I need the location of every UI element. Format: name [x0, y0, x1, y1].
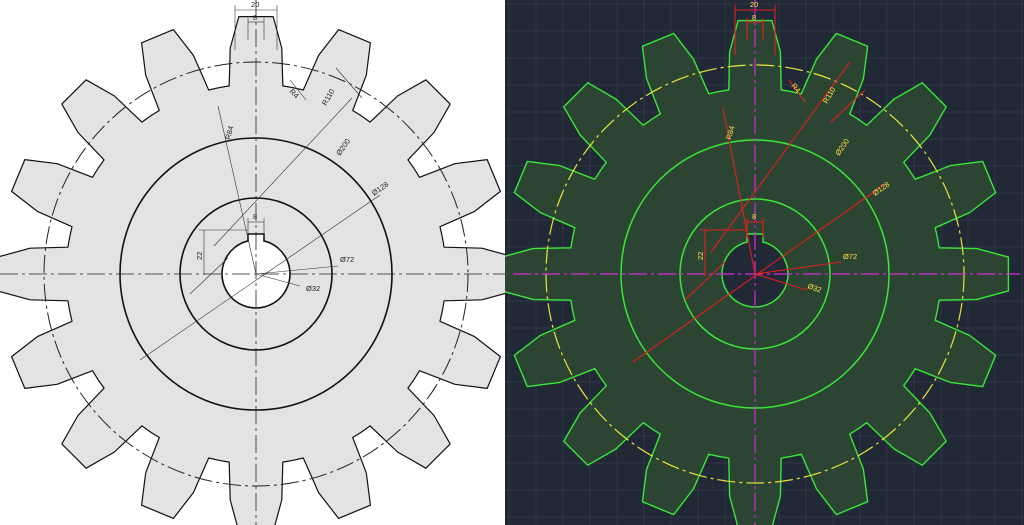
- right-panel-cad-view: 20 8 R4 R110 R84 Ø200 Ø128 Ø72 Ø32 8 22: [505, 0, 1024, 525]
- keyway-width-top-label: 8: [752, 13, 756, 22]
- bore-diameter-label: Ø32: [306, 284, 320, 293]
- tooth-width-label: 20: [251, 0, 259, 9]
- keyway-width-label: 8: [253, 212, 257, 221]
- gear-drawing-cad: 20 8 R4 R110 R84 Ø200 Ø128 Ø72 Ø32 8 22: [505, 0, 1024, 525]
- boss-diameter-label: Ø72: [340, 255, 354, 264]
- boss-diameter-label: Ø72: [843, 252, 857, 261]
- left-panel-drawing: 20 8 R4 R110 R84 Ø200 Ø128 Ø72 Ø32 8 22: [0, 0, 505, 525]
- tooth-width-label: 20: [750, 0, 758, 9]
- keyway-width-top-label: 8: [253, 13, 257, 22]
- keyway-width-label: 8: [752, 212, 756, 221]
- keyway-depth-label: 22: [696, 252, 705, 260]
- keyway-depth-label: 22: [195, 252, 204, 260]
- gear-drawing-left: 20 8 R4 R110 R84 Ø200 Ø128 Ø72 Ø32 8 22: [0, 0, 505, 525]
